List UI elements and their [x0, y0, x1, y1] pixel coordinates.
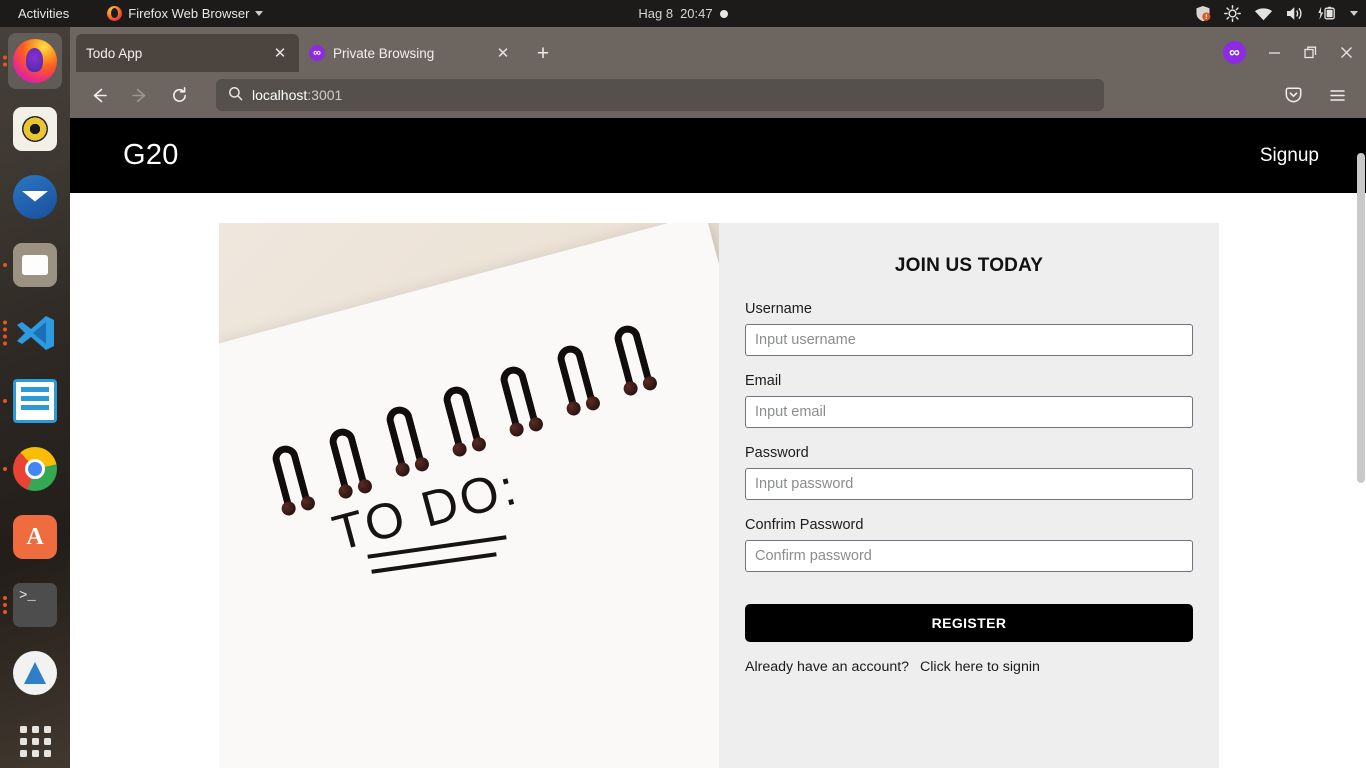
field-password: Password — [745, 445, 1193, 500]
app-menu-label: Firefox Web Browser — [128, 6, 250, 21]
signup-card: TO DO: JOIN US TODAY Username Email — [219, 223, 1219, 768]
firefox-icon — [13, 39, 57, 83]
libreoffice-writer-icon — [13, 379, 57, 423]
close-icon[interactable]: ✕ — [494, 44, 512, 62]
close-button[interactable] — [1332, 39, 1360, 65]
field-confirm-password: Confrim Password — [745, 517, 1193, 572]
ubuntu-software-icon — [13, 515, 57, 559]
dock-item-terminal[interactable] — [0, 571, 70, 639]
running-indicator — [3, 464, 7, 474]
private-browsing-badge-icon[interactable]: ∞ — [1223, 40, 1246, 64]
tab-todo-app[interactable]: Todo App ✕ — [76, 34, 299, 72]
dock-item-show-applications[interactable] — [0, 707, 70, 768]
dock-item-files[interactable] — [0, 231, 70, 299]
android-studio-icon — [13, 651, 57, 695]
running-indicator — [3, 53, 7, 70]
thunderbird-icon — [13, 175, 57, 219]
site-navbar: G20 Signup — [70, 118, 1366, 193]
dock-item-thunderbird[interactable] — [0, 163, 70, 231]
chevron-down-icon[interactable] — [1350, 11, 1358, 16]
volume-icon — [1286, 6, 1304, 21]
tab-private-browsing[interactable]: ∞ Private Browsing ✕ — [299, 34, 522, 72]
form-title: JOIN US TODAY — [894, 255, 1044, 276]
minimize-button[interactable] — [1260, 39, 1288, 65]
field-email: Email — [745, 373, 1193, 428]
tab-title: Todo App — [86, 45, 143, 61]
signin-prompt-text: Already have an account? — [745, 659, 910, 675]
firefox-window: Todo App ✕ ∞ Private Browsing ✕ + ∞ loca… — [70, 27, 1366, 768]
tab-title: Private Browsing — [333, 45, 435, 61]
running-indicator — [3, 396, 7, 406]
label-email: Email — [745, 373, 782, 389]
signup-form: JOIN US TODAY Username Email Password — [719, 223, 1219, 768]
running-indicator — [3, 593, 7, 617]
scrollbar-thumb[interactable] — [1357, 153, 1365, 483]
new-tab-button[interactable]: + — [528, 38, 558, 68]
battery-icon — [1317, 6, 1337, 21]
firefox-icon — [107, 6, 123, 21]
running-indicator — [3, 318, 7, 349]
app-menu-firefox[interactable]: Firefox Web Browser — [107, 6, 264, 21]
system-tray[interactable] — [1195, 0, 1358, 27]
url-port: :3001 — [307, 87, 343, 103]
url-host: localhost — [252, 87, 308, 103]
label-password: Password — [745, 445, 809, 461]
register-button[interactable]: REGISTER — [745, 604, 1193, 642]
tab-bar: Todo App ✕ ∞ Private Browsing ✕ + ∞ — [70, 27, 1366, 72]
hero-image: TO DO: — [219, 223, 719, 768]
maximize-button[interactable] — [1296, 39, 1324, 65]
url-bar[interactable]: localhost:3001 — [216, 79, 1104, 111]
back-icon[interactable] — [82, 78, 116, 112]
reload-icon[interactable] — [162, 78, 196, 112]
dock-item-rhythmbox[interactable] — [0, 95, 70, 163]
close-icon[interactable]: ✕ — [271, 44, 289, 62]
private-browsing-mask-icon: ∞ — [309, 45, 325, 61]
dock-item-chrome[interactable] — [0, 435, 70, 503]
signin-prompt: Already have an account? Click here to s… — [745, 659, 1193, 675]
signin-link[interactable]: Click here to signin — [920, 659, 1040, 675]
confirm-password-input[interactable] — [745, 540, 1193, 572]
nav-link-signup[interactable]: Signup — [1260, 145, 1319, 167]
clock-date: Hag 8 — [638, 6, 674, 21]
search-icon — [228, 86, 243, 104]
email-input[interactable] — [745, 396, 1193, 428]
grid-apps-icon — [19, 725, 51, 757]
label-confirm-password: Confrim Password — [745, 517, 864, 533]
running-indicator — [3, 260, 7, 270]
files-folder-icon — [13, 243, 57, 287]
window-controls: ∞ — [1223, 39, 1360, 65]
chrome-icon — [13, 447, 57, 491]
dock-item-firefox[interactable] — [0, 27, 70, 95]
web-content: G20 Signup TO DO: JOIN US TODAY Username… — [70, 118, 1366, 768]
url-text: localhost:3001 — [252, 87, 342, 103]
page-scrollbar[interactable] — [1355, 118, 1366, 768]
clock-time: 20:47 — [680, 6, 713, 21]
site-brand[interactable]: G20 — [123, 139, 179, 172]
wifi-icon — [1254, 7, 1273, 21]
shield-warning-icon — [1195, 5, 1211, 22]
dock-item-android-studio[interactable] — [0, 639, 70, 707]
rhythmbox-icon — [13, 107, 57, 151]
label-username: Username — [745, 301, 812, 317]
gnome-top-bar: Activities Firefox Web Browser Hag 8 20:… — [0, 0, 1366, 27]
dock-item-vscode[interactable] — [0, 299, 70, 367]
field-username: Username — [745, 301, 1193, 356]
toolbar-right-actions — [1276, 78, 1354, 112]
dock-item-libreoffice-writer[interactable] — [0, 367, 70, 435]
vscode-icon — [13, 311, 57, 355]
forward-icon[interactable] — [122, 78, 156, 112]
activities-button[interactable]: Activities — [10, 4, 77, 23]
username-input[interactable] — [745, 324, 1193, 356]
pocket-icon[interactable] — [1276, 78, 1310, 112]
hamburger-menu-icon[interactable] — [1320, 78, 1354, 112]
page-body: TO DO: JOIN US TODAY Username Email — [70, 193, 1366, 768]
notification-dot-icon — [719, 9, 728, 18]
navigation-toolbar: localhost:3001 — [70, 72, 1366, 118]
brightness-icon — [1224, 5, 1241, 22]
chevron-down-icon — [255, 11, 264, 16]
dock-item-ubuntu-software[interactable] — [0, 503, 70, 571]
terminal-icon — [13, 583, 57, 627]
ubuntu-dock — [0, 27, 70, 768]
password-input[interactable] — [745, 468, 1193, 500]
